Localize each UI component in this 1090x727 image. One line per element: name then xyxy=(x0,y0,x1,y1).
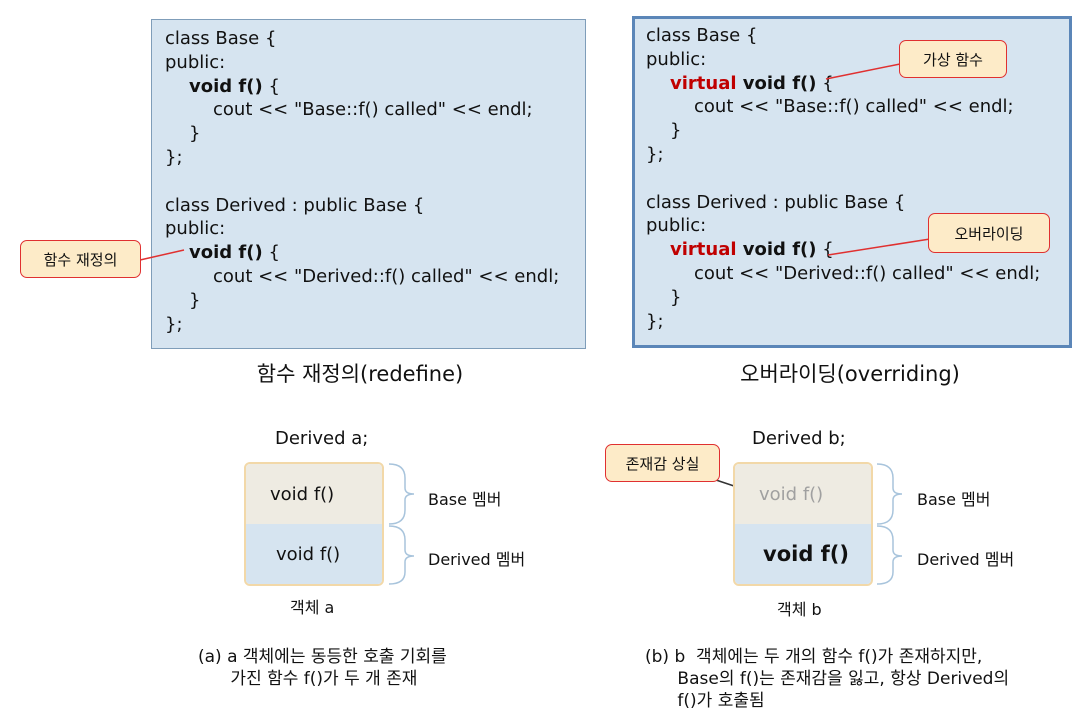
object-b-base-member-label: Base 멤버 xyxy=(917,490,991,509)
overriding-caption: 오버라이딩(overriding) xyxy=(740,362,960,386)
object-a-derived-member: void f() xyxy=(246,524,382,584)
object-a-box: void f() void f() xyxy=(244,462,384,586)
object-a-base-member: void f() xyxy=(246,464,382,524)
description-b: (b) b 객체에는 두 개의 함수 f()가 존재하지만, Base의 f()… xyxy=(645,647,1010,711)
object-b-derived-member-label: Derived 멤버 xyxy=(917,550,1015,569)
overriding-callout: 오버라이딩 xyxy=(928,213,1050,253)
lost-presence-callout: 존재감 상실 xyxy=(605,444,720,482)
brace-b-base xyxy=(876,463,903,525)
brace-b-derived xyxy=(876,525,903,585)
object-a-derived-member-label: Derived 멤버 xyxy=(428,550,526,569)
redefine-caption: 함수 재정의(redefine) xyxy=(256,362,464,386)
brace-a-base xyxy=(388,463,415,525)
object-a-declaration: Derived a; xyxy=(275,428,369,449)
object-b-derived-f: void f() xyxy=(763,542,849,566)
object-b-base-f: void f() xyxy=(759,483,824,505)
redefine-pointer xyxy=(139,249,185,261)
object-a-name: 객체 a xyxy=(290,598,335,617)
redefine-callout: 함수 재정의 xyxy=(20,240,141,278)
object-a-derived-f: void f() xyxy=(276,543,341,565)
brace-a-derived xyxy=(388,525,415,585)
object-b-name: 객체 b xyxy=(777,600,822,619)
object-a-base-f: void f() xyxy=(270,483,335,505)
object-b-base-member: void f() xyxy=(735,464,871,524)
object-a-base-member-label: Base 멤버 xyxy=(428,490,502,509)
virtual-func-pointer xyxy=(825,63,901,80)
virtual-func-callout: 가상 함수 xyxy=(899,40,1007,78)
overriding-pointer xyxy=(827,238,931,256)
object-b-derived-member: void f() xyxy=(735,524,871,584)
object-b-box: void f() void f() xyxy=(733,462,873,586)
object-b-declaration: Derived b; xyxy=(752,428,846,449)
description-a: (a) a 객체에는 동등한 호출 기회를 가진 함수 f()가 두 개 존재 xyxy=(198,647,447,689)
